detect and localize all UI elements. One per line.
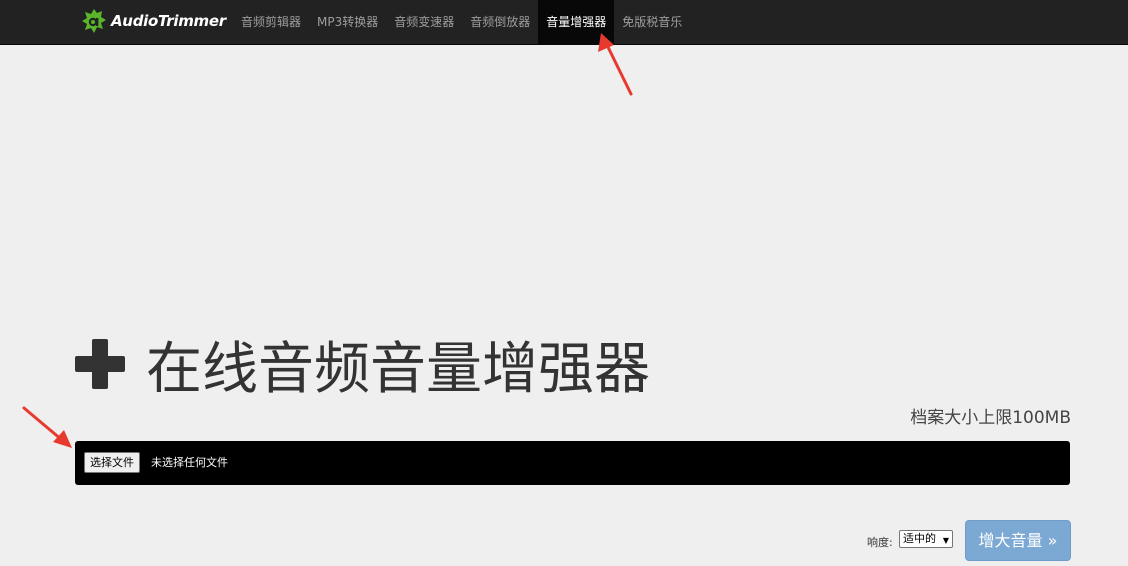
loudness-select[interactable]: 适中的 ▼ [899,530,953,548]
file-upload-bar[interactable]: 选择文件 未选择任何文件 [75,441,1070,485]
file-size-limit: 档案大小上限100MB [910,408,1071,428]
file-status-text: 未选择任何文件 [151,456,228,469]
choose-file-button[interactable]: 选择文件 [84,452,140,473]
top-navbar: AudioTrimmer 音频剪辑器 MP3转换器 音频变速器 音频倒放器 音量… [0,0,1128,45]
loudness-selected-value: 适中的 [903,532,936,545]
page-title: 在线音频音量增强器 [146,336,650,402]
audiotrimmer-logo-icon [82,9,106,33]
nav-item-mp3-converter[interactable]: MP3转换器 [309,0,386,44]
nav-item-audio-reverser[interactable]: 音频倒放器 [462,0,538,44]
nav-menu: 音频剪辑器 MP3转换器 音频变速器 音频倒放器 音量增强器 免版税音乐 [233,0,690,44]
dropdown-caret-icon: ▼ [942,536,949,545]
boost-volume-button[interactable]: 增大音量 » [965,520,1071,561]
nav-item-royalty-free-music[interactable]: 免版税音乐 [614,0,690,44]
annotation-arrow-upload [22,406,72,448]
nav-item-volume-booster[interactable]: 音量增强器 [538,0,615,44]
brand-name: AudioTrimmer [111,12,226,30]
nav-item-audio-cutter[interactable]: 音频剪辑器 [233,0,309,44]
brand-logo[interactable]: AudioTrimmer [82,8,226,34]
page-heading: 在线音频音量增强器 [74,326,650,402]
plus-icon [74,338,126,390]
loudness-label: 响度: [867,536,893,549]
nav-item-audio-speed-changer[interactable]: 音频变速器 [386,0,462,44]
